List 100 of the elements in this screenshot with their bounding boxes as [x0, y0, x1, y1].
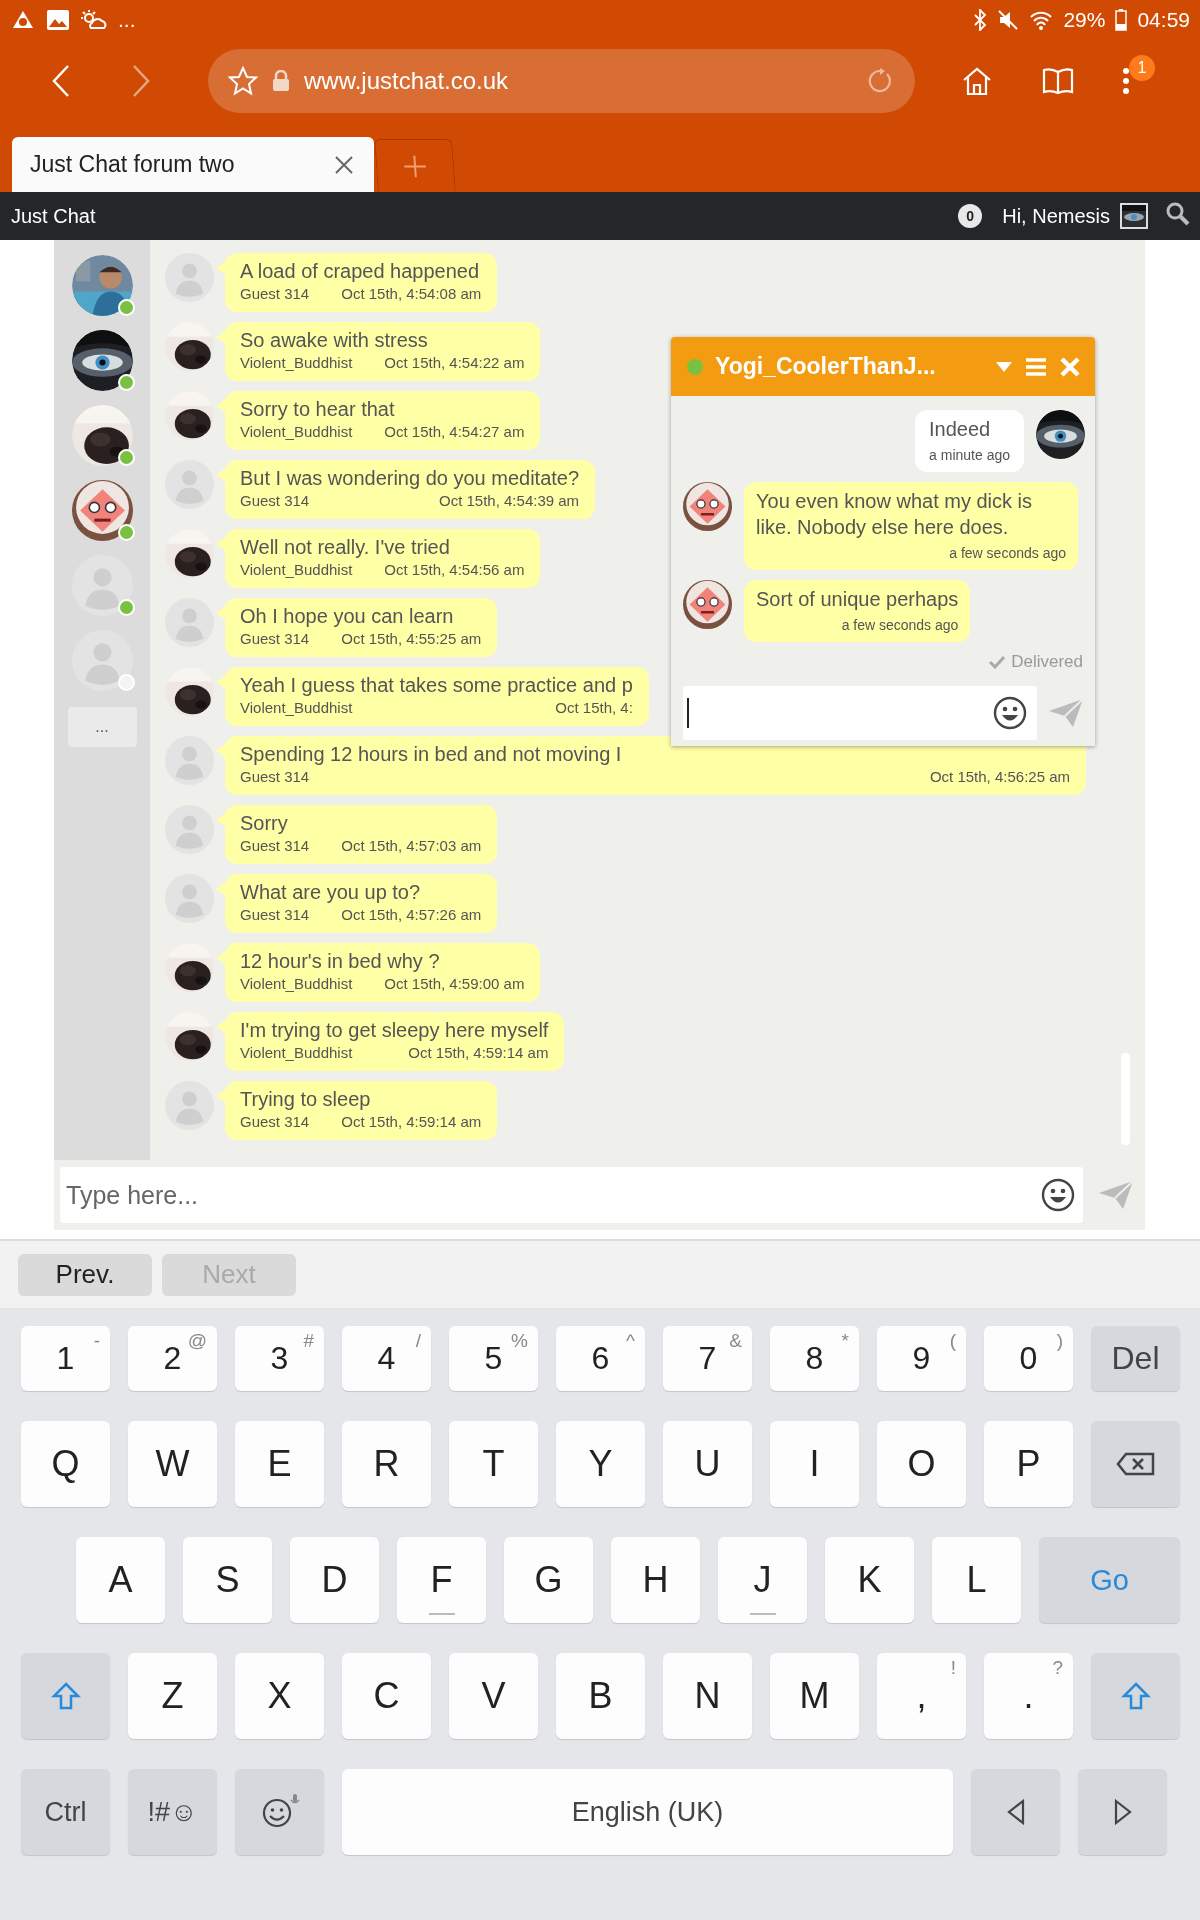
keyboard-key[interactable]: K [825, 1537, 914, 1623]
keyboard-key[interactable]: Z [128, 1653, 217, 1739]
keyboard-key[interactable]: 6 ^ [556, 1326, 645, 1391]
keyboard-key[interactable]: Ctrl [21, 1769, 110, 1855]
message-author[interactable]: Guest 314 [240, 284, 310, 304]
form-nav-button[interactable]: Prev. [18, 1253, 152, 1296]
user-icon [71, 555, 133, 616]
message-author[interactable]: Violent_Buddhist [240, 1043, 353, 1063]
keyboard-key[interactable]: G [504, 1537, 593, 1623]
keyboard-key[interactable]: 9 ( [877, 1326, 966, 1391]
user-icon [71, 630, 133, 691]
keyboard-key[interactable]: , ! [877, 1653, 966, 1739]
emoji-icon[interactable] [1041, 1178, 1075, 1212]
back-icon[interactable] [50, 64, 72, 98]
keyboard-key[interactable]: U [663, 1421, 752, 1507]
message-input[interactable]: Type here... [60, 1167, 1083, 1223]
keyboard-key[interactable]: Del [1091, 1326, 1180, 1391]
message-author[interactable]: Violent_Buddhist [240, 974, 353, 994]
delivery-status: Delivered [1011, 652, 1083, 672]
send-icon[interactable] [1047, 697, 1085, 729]
bluetooth-icon [973, 9, 988, 31]
left-arrow-icon [1005, 1799, 1026, 1825]
book-icon[interactable] [1041, 67, 1075, 95]
home-icon[interactable] [961, 66, 993, 96]
keyboard-key[interactable]: P [984, 1421, 1073, 1507]
keyboard-key[interactable]: A [76, 1537, 165, 1623]
star-icon[interactable] [228, 66, 258, 96]
close-icon[interactable] [1059, 355, 1081, 378]
message-text: But I was wondering do you meditate? [240, 466, 580, 491]
message-author[interactable]: Violent_Buddhist [240, 422, 353, 442]
message-author[interactable]: Guest 314 [240, 767, 310, 787]
keyboard-key[interactable]: I [770, 1421, 859, 1507]
diamond-avatar-icon [71, 480, 133, 541]
keyboard-key[interactable]: . ? [984, 1653, 1073, 1739]
keyboard-key[interactable]: 2 @ [128, 1326, 217, 1391]
message-author[interactable]: Guest 314 [240, 629, 310, 649]
wifi-icon [1029, 9, 1054, 31]
shift-key[interactable] [21, 1653, 110, 1739]
menu-icon[interactable] [1025, 356, 1047, 377]
keyboard-key[interactable]: T [449, 1421, 538, 1507]
message-author[interactable]: Guest 314 [240, 1112, 310, 1132]
keyboard-key[interactable]: F [397, 1537, 486, 1623]
shift-icon [1120, 1681, 1151, 1711]
emoji-key[interactable] [235, 1769, 324, 1855]
message-author[interactable]: Violent_Buddhist [240, 353, 353, 373]
keyboard-key[interactable]: J [718, 1537, 807, 1623]
keyboard-key[interactable]: S [183, 1537, 272, 1623]
keyboard-key[interactable]: 0 ) [984, 1326, 1073, 1391]
close-tab-icon[interactable] [334, 154, 354, 175]
keyboard-key[interactable]: M [770, 1653, 859, 1739]
message-author[interactable]: Guest 314 [240, 491, 310, 511]
message-author[interactable]: Violent_Buddhist [240, 560, 353, 580]
send-icon[interactable] [1097, 1179, 1135, 1211]
keyboard-key[interactable]: 7 & [663, 1326, 752, 1391]
keyboard-key[interactable]: H [611, 1537, 700, 1623]
message-text: Sorry [240, 811, 289, 836]
keyboard-key[interactable]: E [235, 1421, 324, 1507]
emoji-icon[interactable] [993, 696, 1027, 730]
keyboard-key[interactable]: R [342, 1421, 431, 1507]
message-author[interactable]: Violent_Buddhist [240, 698, 353, 718]
keyboard-key[interactable]: V [449, 1653, 538, 1739]
clock: 04:59 [1137, 8, 1190, 32]
notification-count[interactable]: 0 [958, 204, 983, 228]
message-author[interactable]: Guest 314 [240, 905, 310, 925]
keyboard-key[interactable]: Y [556, 1421, 645, 1507]
caret-icon[interactable] [995, 360, 1013, 373]
keyboard-key[interactable]: N [663, 1653, 752, 1739]
keyboard-key[interactable]: B [556, 1653, 645, 1739]
keyboard-key[interactable]: Q [21, 1421, 110, 1507]
keyboard-key[interactable]: L [932, 1537, 1021, 1623]
browser-tab[interactable]: Just Chat forum two [12, 137, 374, 192]
keyboard-key[interactable]: D [290, 1537, 379, 1623]
message-text: Spending 12 hours in bed and not moving I [240, 742, 623, 767]
battery-icon [1115, 9, 1128, 31]
keyboard-key[interactable]: C [342, 1653, 431, 1739]
message-author[interactable]: Guest 314 [240, 836, 310, 856]
keyboard-key[interactable]: 5 % [449, 1326, 538, 1391]
keyboard-key[interactable]: X [235, 1653, 324, 1739]
keyboard-key[interactable]: !#☺ [128, 1769, 217, 1855]
user-greeting[interactable]: Hi, Nemesis [1002, 204, 1110, 228]
search-icon[interactable] [1166, 201, 1190, 226]
chat-input[interactable] [683, 686, 1037, 740]
keyboard-key[interactable]: 1 - [21, 1326, 110, 1391]
shift-key[interactable] [1091, 1653, 1180, 1739]
message-time: Oct 15th, 4:54:56 am [384, 560, 525, 580]
space-key[interactable]: English (UK) [342, 1769, 953, 1855]
user-icon [165, 460, 214, 509]
message-time: a few seconds ago [840, 616, 959, 635]
backspace-icon [1115, 1452, 1156, 1476]
reload-icon[interactable] [867, 68, 893, 94]
keyboard-key[interactable]: O [877, 1421, 966, 1507]
backspace-key[interactable] [1091, 1421, 1180, 1507]
site-title[interactable]: Just Chat [11, 204, 96, 228]
more-users-button[interactable]: ... [67, 707, 137, 747]
keyboard-key[interactable]: W [128, 1421, 217, 1507]
forward-icon[interactable] [130, 64, 152, 98]
keyboard-key[interactable]: 4 / [342, 1326, 431, 1391]
keyboard-key[interactable]: 8 * [770, 1326, 859, 1391]
keyboard-key[interactable]: 3 # [235, 1326, 324, 1391]
message-text: What are you up to? [240, 880, 422, 905]
